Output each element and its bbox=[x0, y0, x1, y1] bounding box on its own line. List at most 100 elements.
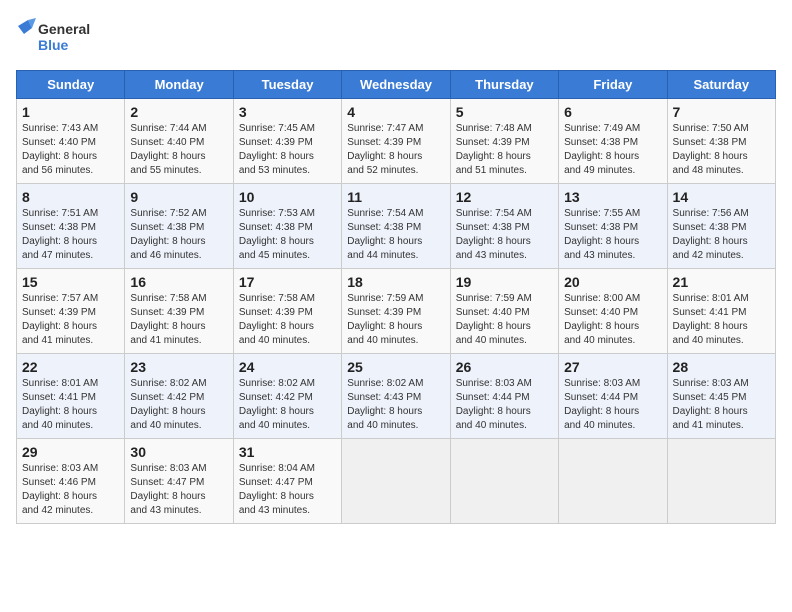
day-detail: Sunrise: 8:01 AM Sunset: 4:41 PM Dayligh… bbox=[22, 377, 119, 433]
day-number: 28 bbox=[673, 359, 770, 375]
calendar-week-row: 29 Sunrise: 8:03 AM Sunset: 4:46 PM Dayli… bbox=[17, 439, 776, 524]
day-number: 13 bbox=[564, 189, 661, 205]
calendar-cell: 29 Sunrise: 8:03 AM Sunset: 4:46 PM Dayli… bbox=[17, 439, 125, 524]
day-detail: Sunrise: 8:03 AM Sunset: 4:46 PM Dayligh… bbox=[22, 462, 119, 518]
calendar-cell: 10 Sunrise: 7:53 AM Sunset: 4:38 PM Dayli… bbox=[233, 184, 341, 269]
day-number: 31 bbox=[239, 444, 336, 460]
day-detail: Sunrise: 8:03 AM Sunset: 4:44 PM Dayligh… bbox=[564, 377, 661, 433]
day-number: 20 bbox=[564, 274, 661, 290]
calendar-cell: 19 Sunrise: 7:59 AM Sunset: 4:40 PM Dayli… bbox=[450, 269, 558, 354]
day-detail: Sunrise: 7:53 AM Sunset: 4:38 PM Dayligh… bbox=[239, 207, 336, 263]
day-number: 22 bbox=[22, 359, 119, 375]
calendar-cell: 24 Sunrise: 8:02 AM Sunset: 4:42 PM Dayli… bbox=[233, 354, 341, 439]
header: GeneralBlue bbox=[16, 16, 776, 58]
weekday-header-saturday: Saturday bbox=[667, 71, 775, 99]
day-number: 4 bbox=[347, 104, 444, 120]
day-detail: Sunrise: 7:55 AM Sunset: 4:38 PM Dayligh… bbox=[564, 207, 661, 263]
calendar-cell: 27 Sunrise: 8:03 AM Sunset: 4:44 PM Dayli… bbox=[559, 354, 667, 439]
calendar-cell: 30Sunrise: 8:03 AM Sunset: 4:47 PM Dayli… bbox=[125, 439, 233, 524]
day-detail: Sunrise: 7:58 AM Sunset: 4:39 PM Dayligh… bbox=[239, 292, 336, 348]
calendar-cell: 14 Sunrise: 7:56 AM Sunset: 4:38 PM Dayli… bbox=[667, 184, 775, 269]
day-detail: Sunrise: 7:59 AM Sunset: 4:39 PM Dayligh… bbox=[347, 292, 444, 348]
day-number: 2 bbox=[130, 104, 227, 120]
day-number: 23 bbox=[130, 359, 227, 375]
calendar-cell bbox=[450, 439, 558, 524]
calendar-cell bbox=[342, 439, 450, 524]
calendar-cell: 8 Sunrise: 7:51 AM Sunset: 4:38 PM Daylig… bbox=[17, 184, 125, 269]
weekday-header-monday: Monday bbox=[125, 71, 233, 99]
day-number: 19 bbox=[456, 274, 553, 290]
day-detail: Sunrise: 7:51 AM Sunset: 4:38 PM Dayligh… bbox=[22, 207, 119, 263]
day-number: 1 bbox=[22, 104, 119, 120]
calendar-cell: 3 Sunrise: 7:45 AM Sunset: 4:39 PM Daylig… bbox=[233, 99, 341, 184]
weekday-header-wednesday: Wednesday bbox=[342, 71, 450, 99]
weekday-header-friday: Friday bbox=[559, 71, 667, 99]
calendar-cell: 25Sunrise: 8:02 AM Sunset: 4:43 PM Dayli… bbox=[342, 354, 450, 439]
day-number: 17 bbox=[239, 274, 336, 290]
calendar-cell: 2 Sunrise: 7:44 AM Sunset: 4:40 PM Daylig… bbox=[125, 99, 233, 184]
calendar-cell: 9 Sunrise: 7:52 AM Sunset: 4:38 PM Daylig… bbox=[125, 184, 233, 269]
svg-text:Blue: Blue bbox=[38, 37, 69, 53]
calendar-cell: 28 Sunrise: 8:03 AM Sunset: 4:45 PM Dayli… bbox=[667, 354, 775, 439]
svg-text:General: General bbox=[38, 21, 90, 37]
day-detail: Sunrise: 7:58 AM Sunset: 4:39 PM Dayligh… bbox=[130, 292, 227, 348]
logo-svg: GeneralBlue bbox=[16, 16, 96, 58]
day-number: 21 bbox=[673, 274, 770, 290]
calendar-cell: 16 Sunrise: 7:58 AM Sunset: 4:39 PM Dayli… bbox=[125, 269, 233, 354]
day-number: 7 bbox=[673, 104, 770, 120]
calendar-cell: 15Sunrise: 7:57 AM Sunset: 4:39 PM Dayli… bbox=[17, 269, 125, 354]
day-detail: Sunrise: 7:54 AM Sunset: 4:38 PM Dayligh… bbox=[456, 207, 553, 263]
day-detail: Sunrise: 7:45 AM Sunset: 4:39 PM Dayligh… bbox=[239, 122, 336, 178]
day-detail: Sunrise: 8:02 AM Sunset: 4:43 PM Dayligh… bbox=[347, 377, 444, 433]
day-detail: Sunrise: 8:03 AM Sunset: 4:44 PM Dayligh… bbox=[456, 377, 553, 433]
logo: GeneralBlue bbox=[16, 16, 96, 58]
day-number: 6 bbox=[564, 104, 661, 120]
day-number: 24 bbox=[239, 359, 336, 375]
day-detail: Sunrise: 7:47 AM Sunset: 4:39 PM Dayligh… bbox=[347, 122, 444, 178]
calendar-week-row: 22 Sunrise: 8:01 AM Sunset: 4:41 PM Dayli… bbox=[17, 354, 776, 439]
calendar-cell: 5 Sunrise: 7:48 AM Sunset: 4:39 PM Daylig… bbox=[450, 99, 558, 184]
calendar-cell: 23 Sunrise: 8:02 AM Sunset: 4:42 PM Dayli… bbox=[125, 354, 233, 439]
calendar-week-row: 8 Sunrise: 7:51 AM Sunset: 4:38 PM Daylig… bbox=[17, 184, 776, 269]
day-detail: Sunrise: 7:59 AM Sunset: 4:40 PM Dayligh… bbox=[456, 292, 553, 348]
day-detail: Sunrise: 7:54 AM Sunset: 4:38 PM Dayligh… bbox=[347, 207, 444, 263]
day-number: 27 bbox=[564, 359, 661, 375]
calendar-cell bbox=[667, 439, 775, 524]
calendar-cell: 20 Sunrise: 8:00 AM Sunset: 4:40 PM Dayli… bbox=[559, 269, 667, 354]
day-number: 9 bbox=[130, 189, 227, 205]
calendar-table: SundayMondayTuesdayWednesdayThursdayFrid… bbox=[16, 70, 776, 524]
day-number: 12 bbox=[456, 189, 553, 205]
day-detail: Sunrise: 7:44 AM Sunset: 4:40 PM Dayligh… bbox=[130, 122, 227, 178]
day-number: 8 bbox=[22, 189, 119, 205]
calendar-cell: 26Sunrise: 8:03 AM Sunset: 4:44 PM Dayli… bbox=[450, 354, 558, 439]
calendar-cell: 4 Sunrise: 7:47 AM Sunset: 4:39 PM Daylig… bbox=[342, 99, 450, 184]
day-number: 29 bbox=[22, 444, 119, 460]
day-detail: Sunrise: 8:01 AM Sunset: 4:41 PM Dayligh… bbox=[673, 292, 770, 348]
day-detail: Sunrise: 8:02 AM Sunset: 4:42 PM Dayligh… bbox=[239, 377, 336, 433]
day-number: 5 bbox=[456, 104, 553, 120]
day-number: 3 bbox=[239, 104, 336, 120]
weekday-header-sunday: Sunday bbox=[17, 71, 125, 99]
calendar-cell: 21 Sunrise: 8:01 AM Sunset: 4:41 PM Dayli… bbox=[667, 269, 775, 354]
calendar-week-row: 1 Sunrise: 7:43 AM Sunset: 4:40 PM Daylig… bbox=[17, 99, 776, 184]
calendar-cell: 13 Sunrise: 7:55 AM Sunset: 4:38 PM Dayli… bbox=[559, 184, 667, 269]
calendar-cell: 17 Sunrise: 7:58 AM Sunset: 4:39 PM Dayli… bbox=[233, 269, 341, 354]
calendar-week-row: 15Sunrise: 7:57 AM Sunset: 4:39 PM Dayli… bbox=[17, 269, 776, 354]
day-detail: Sunrise: 8:03 AM Sunset: 4:45 PM Dayligh… bbox=[673, 377, 770, 433]
day-detail: Sunrise: 7:43 AM Sunset: 4:40 PM Dayligh… bbox=[22, 122, 119, 178]
day-number: 14 bbox=[673, 189, 770, 205]
weekday-header-tuesday: Tuesday bbox=[233, 71, 341, 99]
day-detail: Sunrise: 7:56 AM Sunset: 4:38 PM Dayligh… bbox=[673, 207, 770, 263]
day-detail: Sunrise: 8:00 AM Sunset: 4:40 PM Dayligh… bbox=[564, 292, 661, 348]
weekday-header-row: SundayMondayTuesdayWednesdayThursdayFrid… bbox=[17, 71, 776, 99]
day-detail: Sunrise: 7:50 AM Sunset: 4:38 PM Dayligh… bbox=[673, 122, 770, 178]
day-detail: Sunrise: 8:02 AM Sunset: 4:42 PM Dayligh… bbox=[130, 377, 227, 433]
weekday-header-thursday: Thursday bbox=[450, 71, 558, 99]
day-number: 11 bbox=[347, 189, 444, 205]
day-number: 18 bbox=[347, 274, 444, 290]
day-detail: Sunrise: 7:52 AM Sunset: 4:38 PM Dayligh… bbox=[130, 207, 227, 263]
day-number: 16 bbox=[130, 274, 227, 290]
calendar-cell: 7 Sunrise: 7:50 AM Sunset: 4:38 PM Daylig… bbox=[667, 99, 775, 184]
day-number: 10 bbox=[239, 189, 336, 205]
day-detail: Sunrise: 7:48 AM Sunset: 4:39 PM Dayligh… bbox=[456, 122, 553, 178]
